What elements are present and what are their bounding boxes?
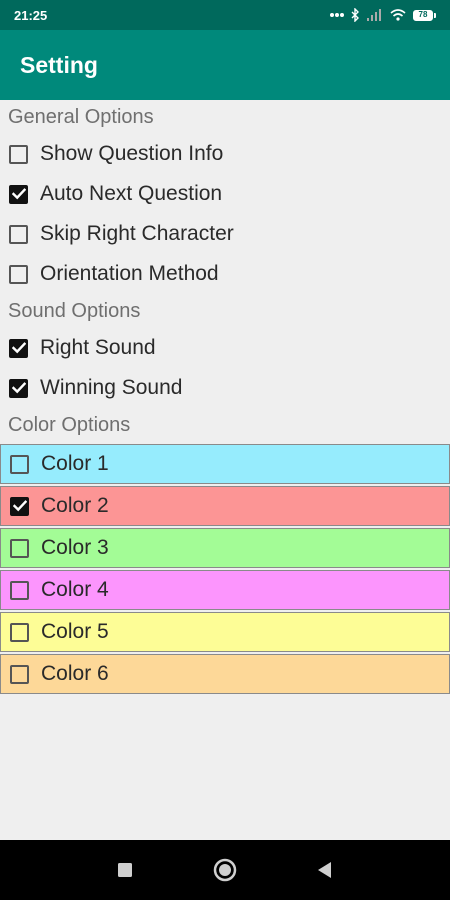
page-title: Setting <box>20 51 98 78</box>
general-options-list: Show Question Info Auto Next Question Skip… <box>0 134 450 294</box>
settings-content: General Options Show Question Info Auto N… <box>0 100 450 694</box>
checkbox-unchecked-icon[interactable] <box>10 664 29 684</box>
home-circle-icon[interactable] <box>210 855 240 885</box>
checkbox-unchecked-icon[interactable] <box>10 454 29 474</box>
option-label: Color 4 <box>41 578 109 601</box>
checkbox-checked-icon[interactable] <box>9 338 28 358</box>
option-label: Color 6 <box>41 662 109 685</box>
option-label: Skip Right Character <box>40 222 234 245</box>
sound-options-list: Right Sound Winning Sound <box>0 328 450 408</box>
option-color-1[interactable]: Color 1 <box>0 444 450 484</box>
option-color-3[interactable]: Color 3 <box>0 528 450 568</box>
checkbox-unchecked-icon[interactable] <box>9 264 28 284</box>
sound-options-header: Sound Options <box>8 300 141 322</box>
option-right-sound[interactable]: Right Sound <box>0 328 450 368</box>
option-label: Color 5 <box>41 620 109 643</box>
checkbox-unchecked-icon[interactable] <box>10 622 29 642</box>
option-label: Color 1 <box>41 452 109 475</box>
option-label: Auto Next Question <box>40 182 223 205</box>
back-triangle-icon[interactable] <box>310 855 340 885</box>
option-label: Color 2 <box>41 494 109 517</box>
checkbox-unchecked-icon[interactable] <box>9 144 28 164</box>
option-label: Winning Sound <box>40 376 183 399</box>
battery-icon: 78 <box>413 9 436 21</box>
option-label: Color 3 <box>41 536 109 559</box>
option-winning-sound[interactable]: Winning Sound <box>0 368 450 408</box>
option-auto-next-question[interactable]: Auto Next Question <box>0 174 450 214</box>
option-show-question-info[interactable]: Show Question Info <box>0 134 450 174</box>
option-color-4[interactable]: Color 4 <box>0 570 450 610</box>
option-label: Orientation Method <box>40 262 219 285</box>
status-bar: 21:25 78 <box>0 0 450 30</box>
checkbox-unchecked-icon[interactable] <box>10 580 29 600</box>
navigation-bar <box>0 840 450 900</box>
option-color-2[interactable]: Color 2 <box>0 486 450 526</box>
option-skip-right-character[interactable]: Skip Right Character <box>0 214 450 254</box>
option-color-6[interactable]: Color 6 <box>0 654 450 694</box>
color-options-header: Color Options <box>8 414 131 436</box>
battery-level: 78 <box>413 9 433 21</box>
option-label: Right Sound <box>40 336 156 359</box>
wifi-icon <box>390 9 406 21</box>
app-bar: Setting <box>0 30 450 100</box>
checkbox-unchecked-icon[interactable] <box>9 224 28 244</box>
status-icons: 78 <box>330 8 436 22</box>
checkbox-checked-icon[interactable] <box>9 378 28 398</box>
checkbox-checked-icon[interactable] <box>9 184 28 204</box>
general-options-header: General Options <box>8 106 154 128</box>
option-orientation-method[interactable]: Orientation Method <box>0 254 450 294</box>
status-time: 21:25 <box>14 7 48 23</box>
color-options-list: Color 1 Color 2 Color 3 Color 4 Color 5 Color… <box>0 444 450 694</box>
checkbox-unchecked-icon[interactable] <box>10 538 29 558</box>
option-label: Show Question Info <box>40 142 224 165</box>
checkbox-checked-icon[interactable] <box>10 496 29 516</box>
option-color-5[interactable]: Color 5 <box>0 612 450 652</box>
bluetooth-icon <box>351 8 360 22</box>
signal-icon <box>367 9 383 21</box>
recents-square-icon[interactable] <box>110 855 140 885</box>
more-dots-icon <box>330 12 344 18</box>
